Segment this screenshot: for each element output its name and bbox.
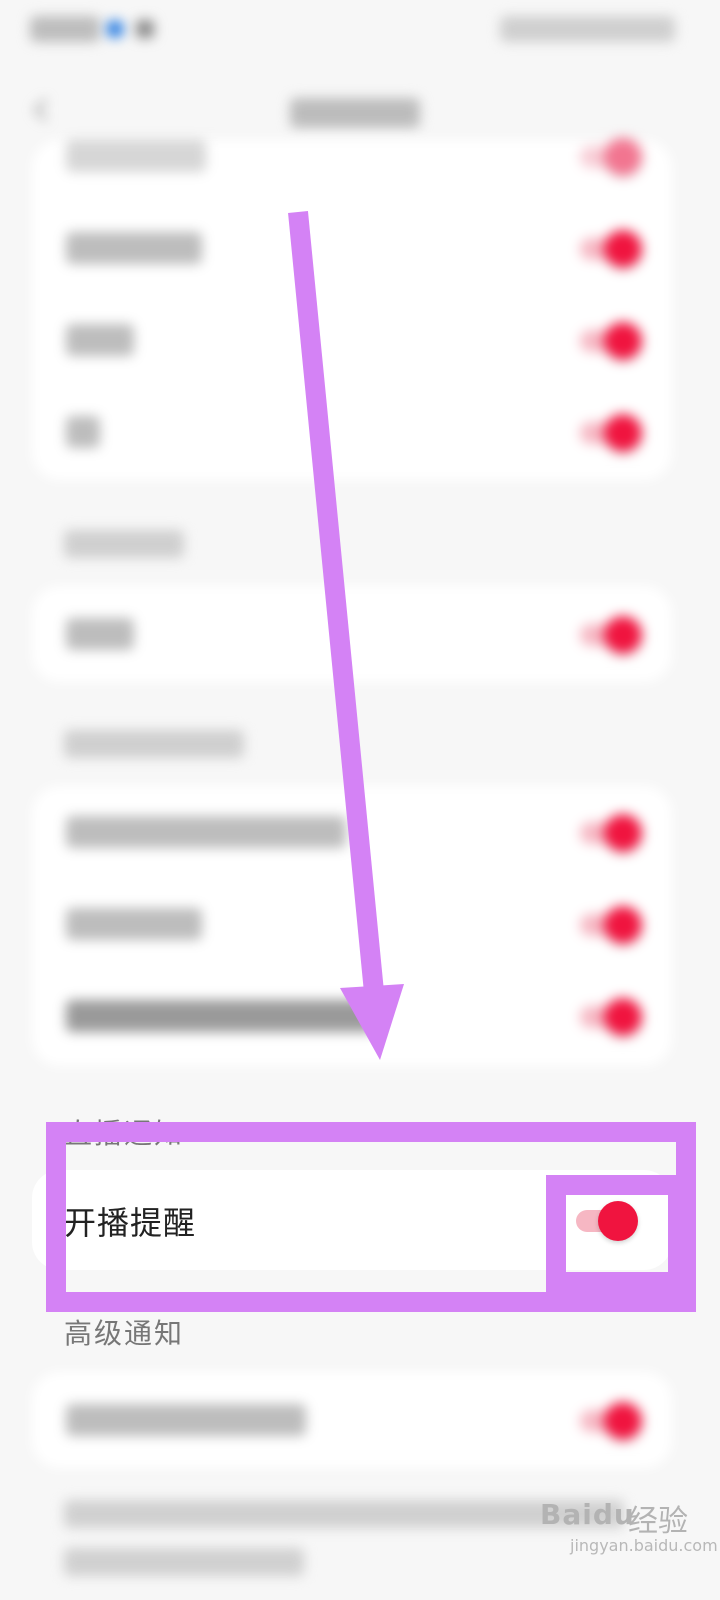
list-item[interactable]	[32, 294, 672, 386]
watermark-brand: Baidu	[540, 1498, 635, 1531]
status-notification-icon	[106, 20, 124, 38]
baidu-jingyan-watermark: Baidu 经验 jingyan.baidu.com	[540, 1492, 718, 1562]
status-indicators	[500, 16, 675, 42]
list-item-label	[66, 908, 202, 940]
list-item-label	[66, 816, 346, 848]
settings-card-friends	[32, 786, 672, 1066]
list-item-label	[66, 324, 134, 356]
section-title-advanced: 高级通知	[64, 1317, 185, 1350]
watermark-domain: jingyan.baidu.com	[570, 1536, 718, 1555]
status-bar	[0, 0, 720, 62]
toggle-switch[interactable]	[576, 814, 642, 852]
toggle-knob	[604, 616, 642, 654]
section-title	[64, 530, 184, 558]
list-item-label	[66, 618, 134, 650]
toggle-switch[interactable]	[576, 998, 642, 1036]
list-item-label	[66, 232, 202, 264]
list-item[interactable]	[32, 386, 672, 478]
toggle-switch[interactable]	[576, 906, 642, 944]
toggle-switch[interactable]	[576, 230, 642, 268]
list-item[interactable]	[32, 878, 672, 970]
toggle-switch[interactable]	[576, 616, 642, 654]
toggle-switch[interactable]	[576, 322, 642, 360]
toggle-knob	[604, 138, 642, 176]
list-item[interactable]	[32, 1374, 672, 1466]
list-item[interactable]	[32, 786, 672, 878]
notification-settings-screen: 直播通知 开播提醒 高级通知 Baidu 经验 jingyan.baidu.co…	[0, 0, 720, 1600]
list-item[interactable]	[32, 970, 672, 1062]
toggle-switch[interactable]	[576, 1402, 642, 1440]
toggle-switch[interactable]	[576, 138, 642, 176]
status-time	[30, 16, 100, 42]
list-item[interactable]	[32, 588, 672, 680]
toggle-knob	[604, 230, 642, 268]
list-item-label	[66, 140, 206, 172]
footer-description-line	[64, 1548, 304, 1576]
settings-card-advanced	[32, 1372, 672, 1468]
list-item-label	[66, 1000, 376, 1032]
list-item-label	[66, 1404, 306, 1436]
list-item-label	[66, 416, 100, 448]
list-item[interactable]	[32, 202, 672, 294]
annotation-highlight-toggle	[546, 1175, 688, 1292]
watermark-brand-cn: 经验	[628, 1504, 688, 1539]
toggle-knob	[604, 906, 642, 944]
section-title	[64, 730, 244, 758]
toggle-knob	[604, 414, 642, 452]
settings-card-messages	[32, 586, 672, 682]
toggle-knob	[604, 998, 642, 1036]
toggle-knob	[604, 322, 642, 360]
toggle-switch[interactable]	[576, 414, 642, 452]
status-app-icon	[136, 20, 154, 38]
toggle-knob	[604, 1402, 642, 1440]
toggle-knob	[604, 814, 642, 852]
settings-card-interactions	[32, 138, 672, 480]
list-item[interactable]	[32, 110, 672, 202]
